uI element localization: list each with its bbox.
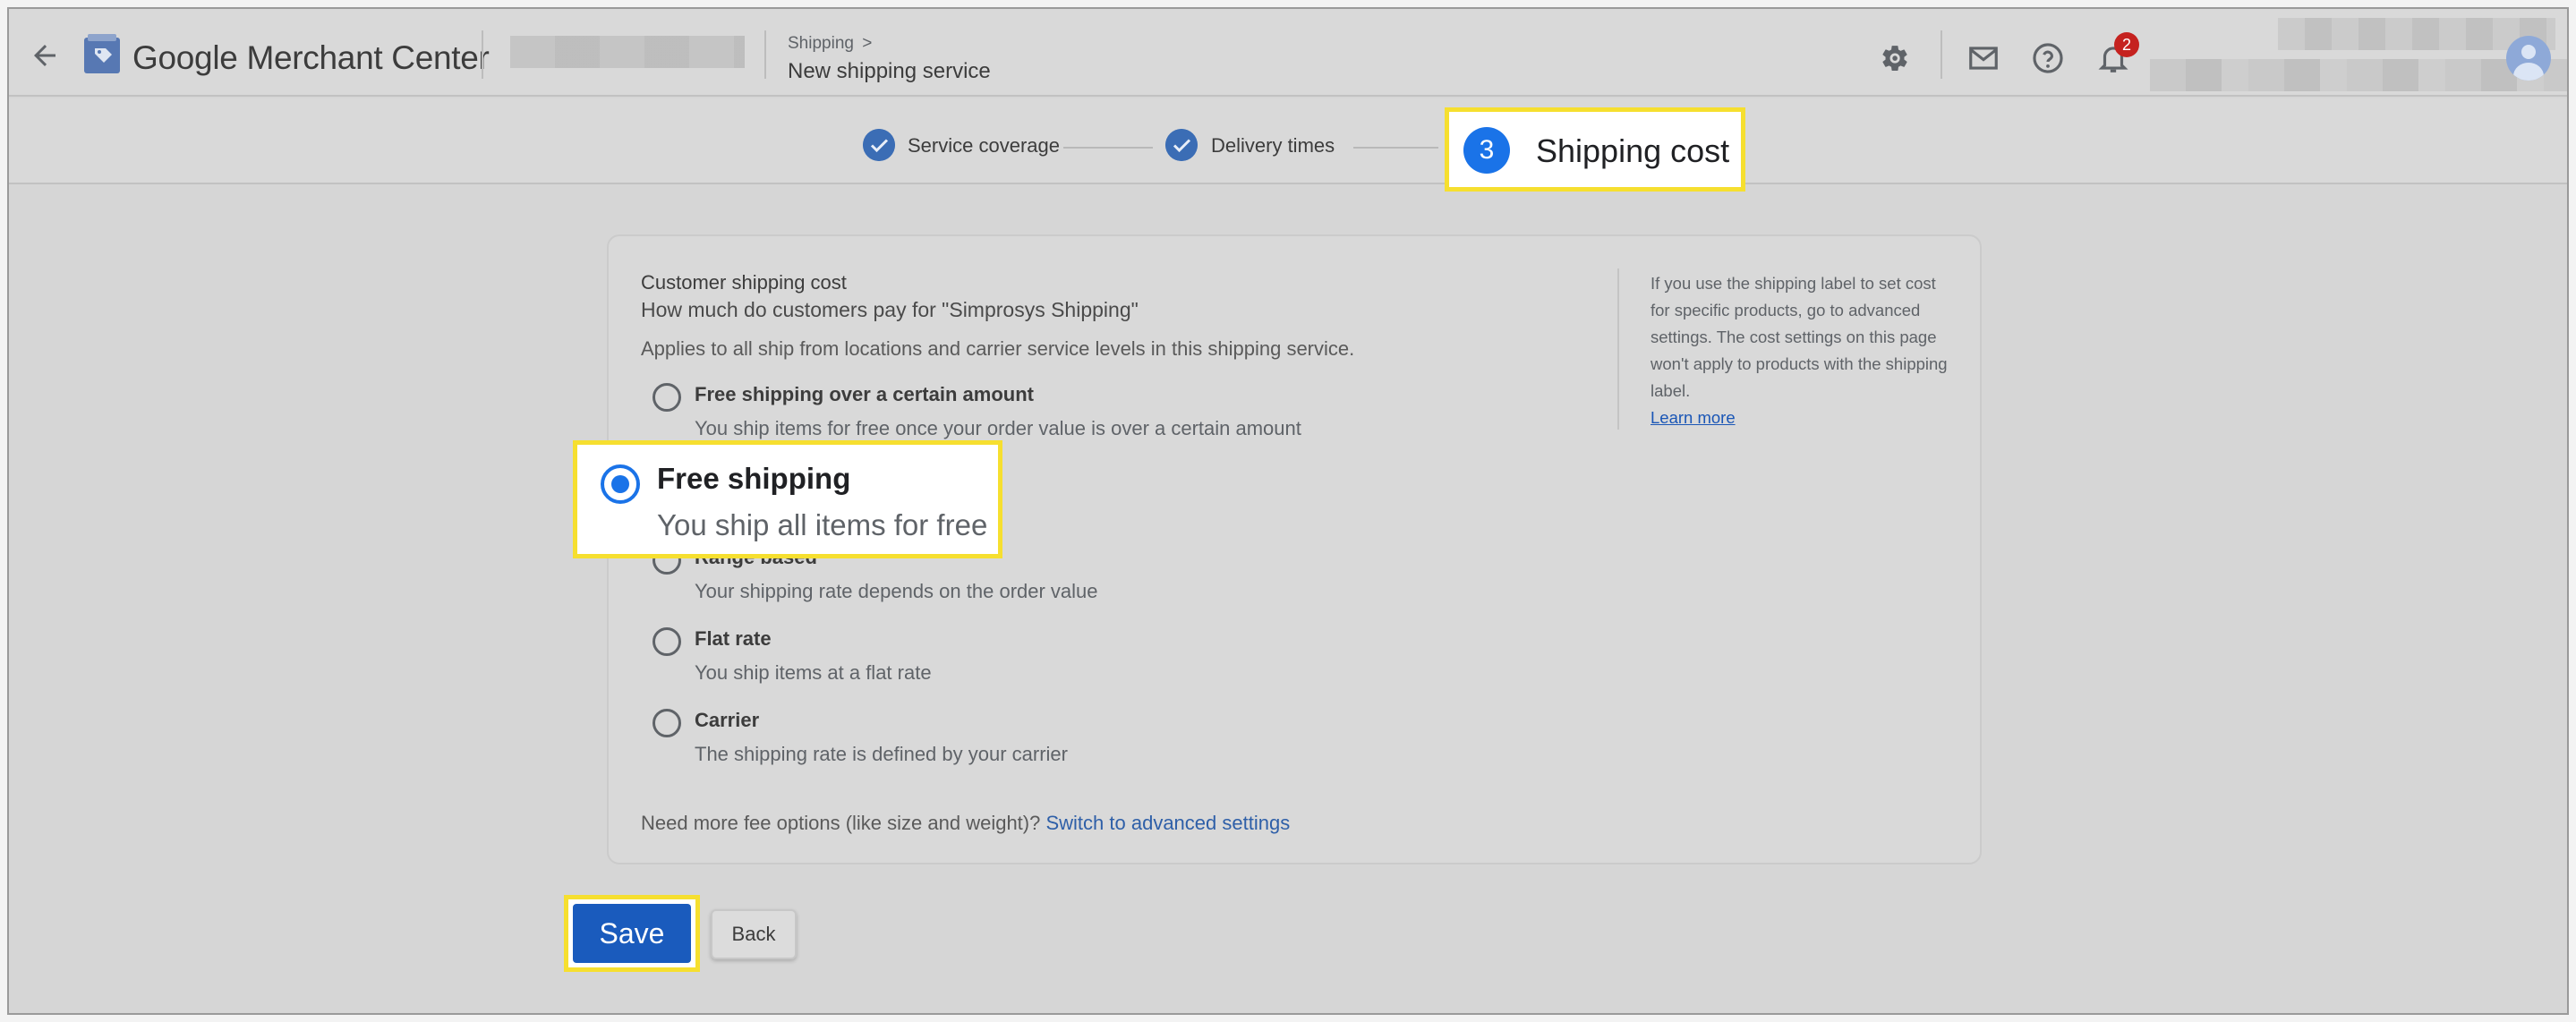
back-arrow-icon[interactable] bbox=[29, 39, 61, 72]
save-highlight: Save bbox=[564, 895, 700, 972]
merchant-logo-icon bbox=[84, 34, 120, 73]
settings-icon[interactable] bbox=[1878, 41, 1912, 75]
help-icon[interactable] bbox=[2031, 41, 2065, 75]
stepper: Service coverage Delivery times bbox=[9, 98, 2567, 184]
step-connector bbox=[1353, 147, 1438, 149]
step-delivery-times[interactable]: Delivery times bbox=[1211, 134, 1335, 158]
step-number: 3 bbox=[1463, 127, 1510, 174]
top-app-bar: Google Merchant Center Shipping > New sh… bbox=[9, 9, 2567, 97]
radio-free-over-amount[interactable] bbox=[653, 383, 681, 412]
step-label: Shipping cost bbox=[1536, 132, 1730, 169]
divider bbox=[1617, 268, 1619, 430]
breadcrumb-parent[interactable]: Shipping bbox=[788, 34, 854, 53]
option-description: Your shipping rate depends on the order … bbox=[695, 580, 1098, 602]
switch-advanced-link[interactable]: Switch to advanced settings bbox=[1045, 812, 1290, 834]
option-description: You ship items for free once your order … bbox=[695, 417, 1301, 439]
app-window: Google Merchant Center Shipping > New sh… bbox=[7, 7, 2569, 1015]
step-connector bbox=[1063, 147, 1153, 149]
check-circle-icon bbox=[1165, 129, 1198, 161]
section-subtitle: How much do customers pay for "Simprosys… bbox=[641, 298, 1139, 321]
divider bbox=[1941, 30, 1942, 79]
account-name-redacted bbox=[510, 36, 745, 68]
avatar-head bbox=[2521, 45, 2536, 59]
page-title: New shipping service bbox=[788, 59, 991, 83]
option-description: You ship items at a flat rate bbox=[695, 661, 932, 684]
step-shipping-cost[interactable]: 3 Shipping cost bbox=[1445, 107, 1745, 192]
step-service-coverage[interactable]: Service coverage bbox=[908, 134, 1060, 158]
avatar[interactable] bbox=[2506, 36, 2551, 81]
section-note: Applies to all ship from locations and c… bbox=[641, 337, 1355, 360]
option-title[interactable]: Free shipping bbox=[657, 462, 850, 496]
breadcrumb[interactable]: Shipping > bbox=[788, 34, 872, 54]
back-button[interactable]: Back bbox=[711, 909, 797, 959]
help-panel: If you use the shipping label to set cos… bbox=[1651, 270, 1955, 431]
product-name: Google Merchant Center bbox=[132, 39, 490, 76]
help-text: If you use the shipping label to set cos… bbox=[1651, 274, 1948, 400]
avatar-body bbox=[2513, 63, 2544, 81]
option-title[interactable]: Free shipping over a certain amount bbox=[695, 383, 1034, 406]
learn-more-link[interactable]: Learn more bbox=[1651, 408, 1736, 427]
more-text: Need more fee options (like size and wei… bbox=[641, 812, 1041, 834]
notification-badge: 2 bbox=[2114, 32, 2139, 57]
account-info-redacted bbox=[2150, 59, 2567, 91]
option-description: The shipping rate is defined by your car… bbox=[695, 743, 1068, 765]
option-title[interactable]: Carrier bbox=[695, 709, 759, 732]
advanced-settings-prompt: Need more fee options (like size and wei… bbox=[641, 812, 1290, 835]
divider bbox=[764, 30, 766, 79]
radio-flat-rate[interactable] bbox=[653, 627, 681, 656]
radio-carrier[interactable] bbox=[653, 709, 681, 737]
option-description: You ship all items for free bbox=[657, 508, 988, 541]
option-free-shipping[interactable]: Free shipping You ship all items for fre… bbox=[573, 440, 1002, 558]
save-button[interactable]: Save bbox=[573, 904, 691, 963]
divider bbox=[482, 30, 483, 79]
check-circle-icon bbox=[863, 129, 895, 161]
option-title[interactable]: Flat rate bbox=[695, 627, 772, 651]
radio-free-shipping[interactable] bbox=[601, 464, 640, 504]
section-title: Customer shipping cost bbox=[641, 271, 847, 294]
chevron-right-icon: > bbox=[862, 34, 873, 53]
mail-icon[interactable] bbox=[1966, 41, 2000, 75]
